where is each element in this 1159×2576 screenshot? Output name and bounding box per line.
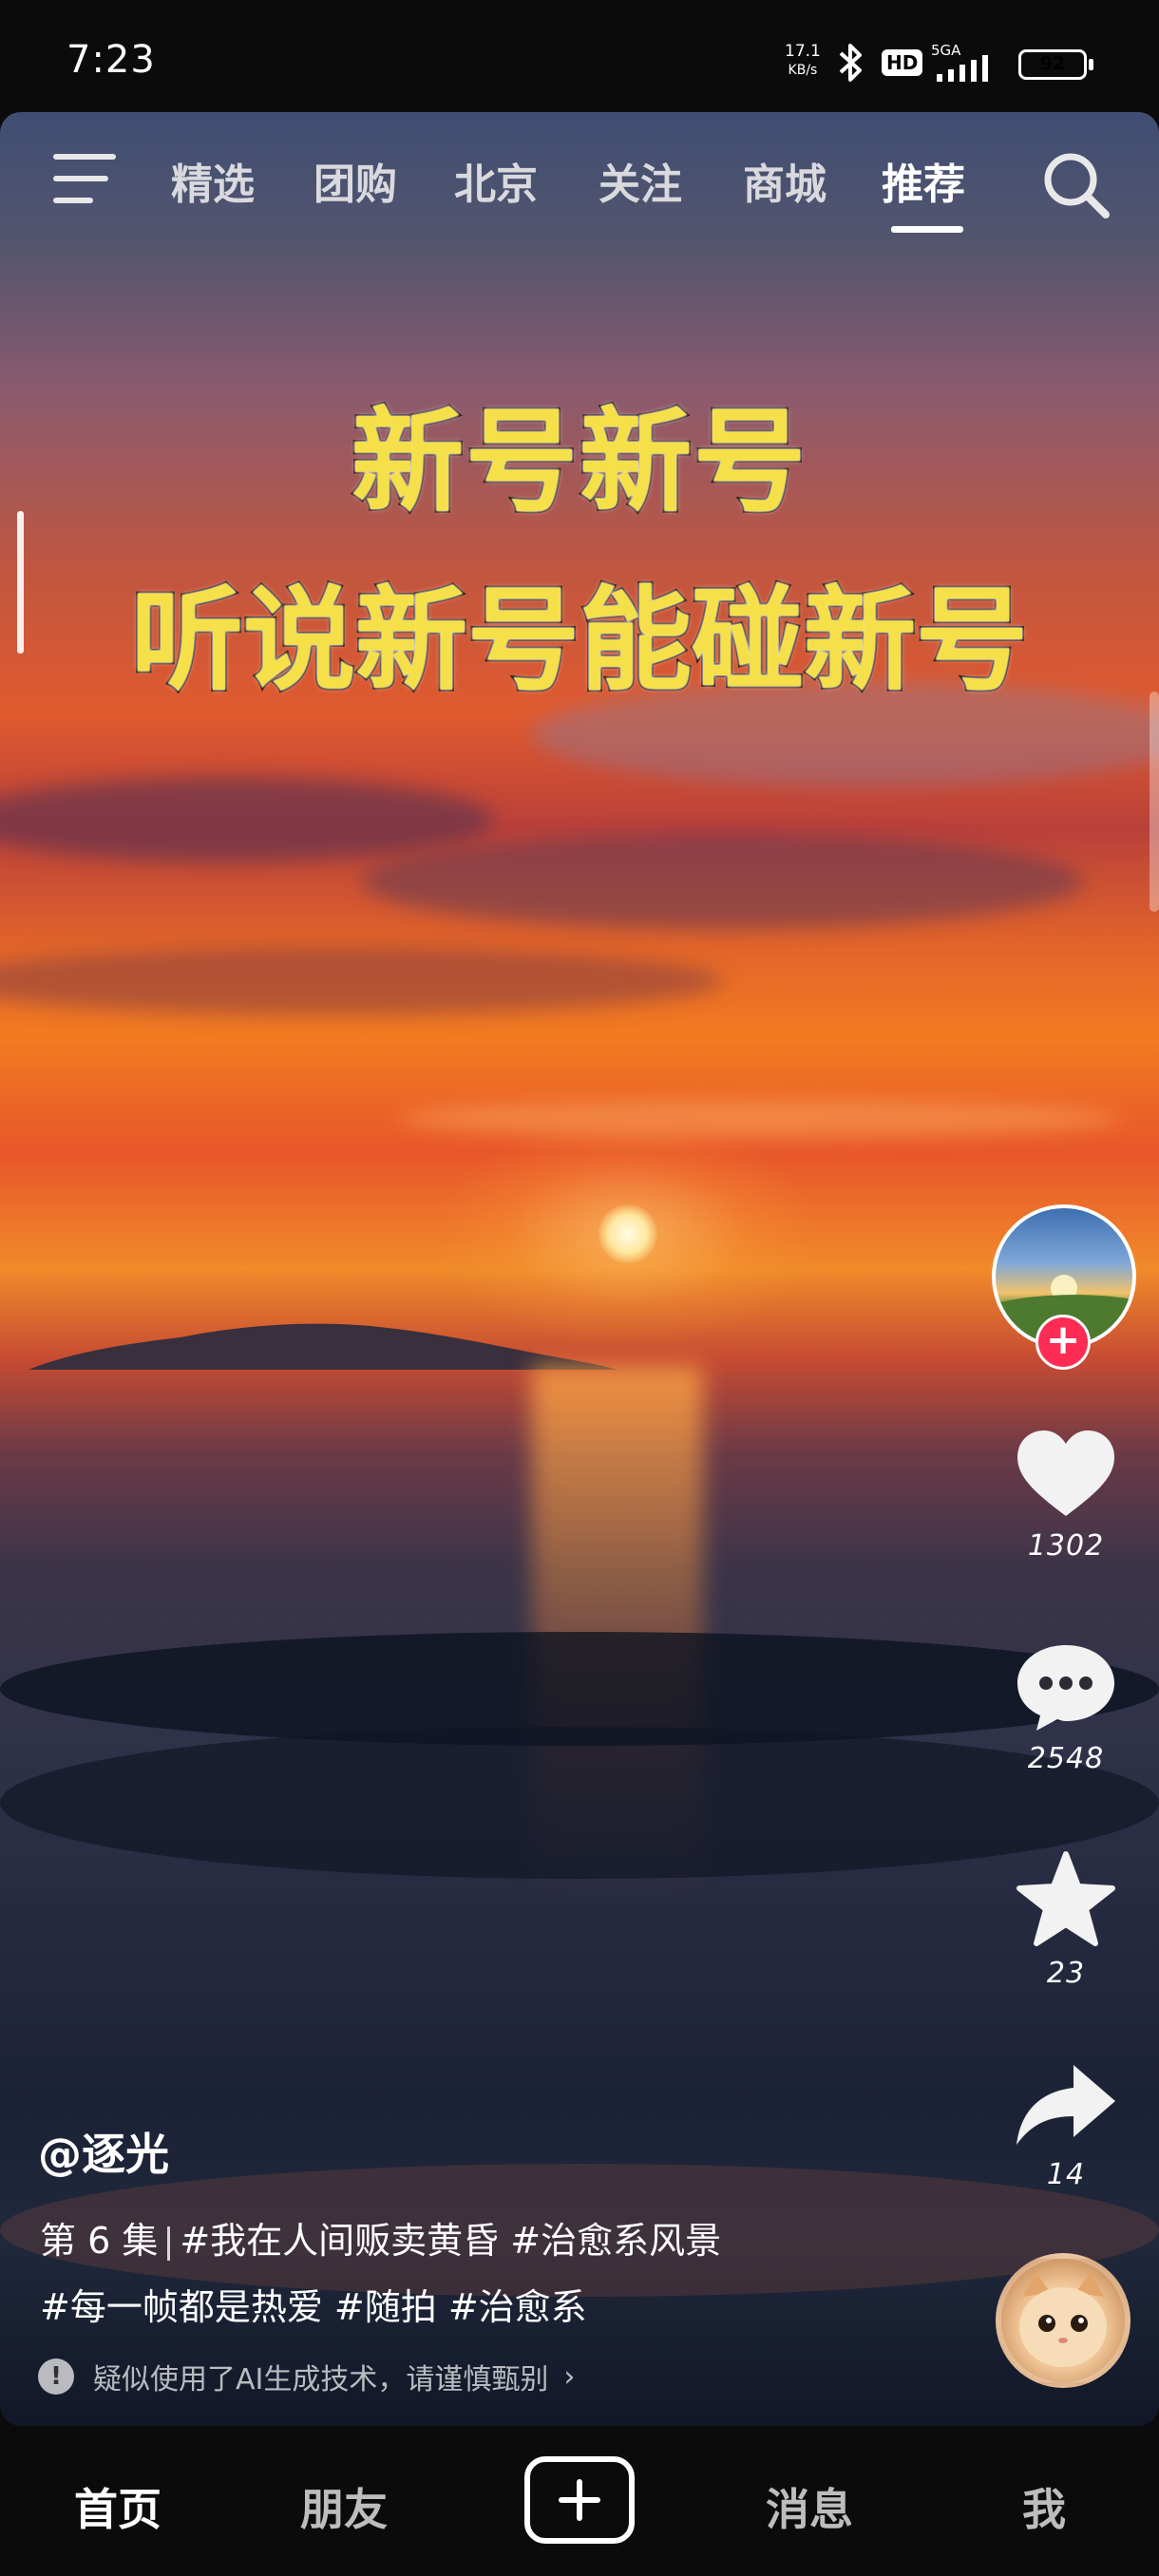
nav-friends[interactable]: 朋友 (300, 2475, 388, 2538)
tab-following[interactable]: 关注 (598, 150, 682, 211)
ai-notice-text: 疑似使用了AI生成技术，请谨慎甄别 (93, 2363, 549, 2396)
overlay-title-line1: 新号新号 (350, 394, 808, 529)
status-time: 7:23 (66, 38, 156, 82)
share-action[interactable]: 14 (1007, 2059, 1125, 2191)
tab-featured[interactable]: 精选 (171, 150, 255, 211)
share-count: 14 (1046, 2158, 1086, 2191)
chevron-right-icon: › (563, 2359, 576, 2394)
signal-icon (937, 55, 988, 82)
hashtags-line1[interactable]: #我在人间贩卖黄昏 #治愈系风景 (180, 2220, 721, 2262)
network-speed-value: 17.1 (785, 42, 821, 61)
favorite-action[interactable]: 23 (1007, 1850, 1125, 1990)
overlay-title-line2: 听说新号能碰新号 (129, 573, 1030, 708)
music-disc[interactable] (996, 2253, 1130, 2388)
description-line1: 第 6 集 #我在人间贩卖黄昏 #治愈系风景 (40, 2207, 914, 2274)
menu-icon[interactable] (53, 154, 116, 203)
bottom-nav: 首页 朋友 消息 我 (0, 2426, 1159, 2576)
nav-home[interactable]: 首页 (74, 2475, 162, 2538)
video-player[interactable]: 新号新号 听说新号能碰新号 精选 团购 北京 关注 商城 推荐 + 1302 2… (0, 112, 1159, 2426)
hd-badge: HD (882, 49, 923, 76)
sun (598, 1204, 657, 1263)
cloud (0, 948, 722, 1014)
hashtags-line2[interactable]: #每一帧都是热爱 #随拍 #治愈系 (40, 2274, 914, 2340)
comment-icon (1017, 1645, 1114, 1731)
battery-icon: 92 (1018, 49, 1087, 80)
progress-indicator (17, 511, 24, 653)
tab-mall[interactable]: 商城 (743, 150, 826, 211)
wave (0, 1727, 1159, 1879)
battery-tip (1089, 59, 1093, 70)
author-name[interactable]: @逐光 (38, 2120, 169, 2183)
network-speed-unit: KB/s (788, 63, 818, 78)
status-bar: 7:23 17.1 KB/s HD 5GA 92 (0, 0, 1159, 112)
island (28, 1323, 618, 1370)
plus-icon-v (577, 2479, 582, 2521)
nav-me[interactable]: 我 (1022, 2475, 1066, 2538)
nav-messages[interactable]: 消息 (766, 2475, 853, 2538)
like-action[interactable]: 1302 (1007, 1427, 1125, 1563)
like-count: 1302 (1027, 1529, 1105, 1563)
cloud (0, 777, 494, 862)
tab-group-buy[interactable]: 团购 (314, 150, 397, 211)
create-button[interactable] (524, 2456, 635, 2544)
follow-button[interactable]: + (1036, 1315, 1091, 1370)
star-icon (1016, 1851, 1115, 1946)
cloud (399, 1100, 1121, 1138)
scroll-indicator[interactable] (1150, 691, 1159, 912)
comment-count: 2548 (1027, 1742, 1105, 1775)
episode-label[interactable]: 第 6 集 (40, 2220, 158, 2262)
tab-recommend[interactable]: 推荐 (882, 150, 965, 211)
warning-icon: ! (38, 2358, 74, 2395)
video-description[interactable]: 第 6 集 #我在人间贩卖黄昏 #治愈系风景 #每一帧都是热爱 #随拍 #治愈系 (40, 2207, 914, 2340)
comment-action[interactable]: 2548 (1007, 1639, 1125, 1775)
share-icon (1016, 2065, 1115, 2145)
battery-level: 92 (1039, 53, 1066, 74)
tab-beijing[interactable]: 北京 (454, 150, 538, 211)
heart-icon (1017, 1430, 1114, 1516)
ai-notice[interactable]: ! 疑似使用了AI生成技术，请谨慎甄别 › (38, 2356, 575, 2397)
cloud (361, 834, 1083, 929)
favorite-count: 23 (1046, 1957, 1086, 1990)
search-icon[interactable] (1039, 148, 1115, 224)
active-tab-indicator (891, 226, 963, 233)
cat-avatar (1019, 2272, 1107, 2367)
network-speed: 17.1 KB/s (785, 42, 821, 80)
bluetooth-icon (839, 44, 862, 82)
separator (167, 2226, 171, 2261)
